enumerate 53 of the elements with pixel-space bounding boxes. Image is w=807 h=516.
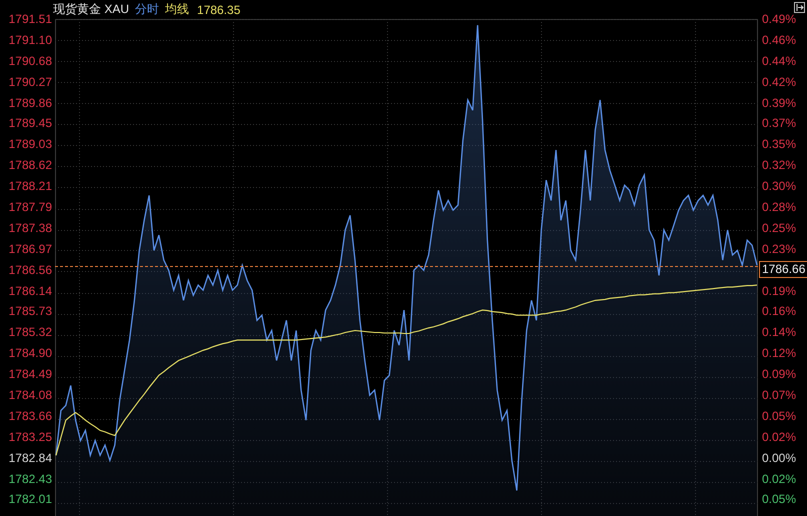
percent-tick-label: 0.14%	[761, 325, 798, 340]
percent-tick-label: 0.42%	[761, 74, 798, 89]
price-tick-label: 1783.66	[8, 408, 53, 423]
price-tick-label: 1785.32	[8, 325, 53, 340]
percent-tick-label: 0.19%	[761, 284, 798, 298]
price-tick-label: 1786.97	[8, 242, 53, 256]
percent-tick-label: 0.12%	[761, 346, 798, 360]
average-line-legend: 均线	[165, 1, 190, 18]
price-tick-label: 1782.01	[8, 492, 53, 506]
price-tick-label: 1784.49	[8, 367, 53, 382]
price-tick-label: 1782.84	[8, 450, 53, 465]
percent-tick-label: 0.02%	[761, 430, 798, 444]
price-tag: 1786.66	[759, 261, 807, 278]
average-value: 1786.35	[197, 2, 240, 16]
price-tick-label: 1789.86	[8, 96, 53, 110]
price-line-legend: 分时	[135, 1, 160, 18]
percent-tick-label: 0.28%	[761, 200, 798, 214]
percent-tick-label: 0.35%	[761, 137, 798, 152]
percent-tick-label: 0.23%	[761, 242, 798, 256]
price-tick-label: 1790.68	[8, 54, 53, 68]
price-tick-label: 1791.51	[8, 12, 53, 26]
percent-tick-label: 0.16%	[761, 304, 798, 318]
percent-tick-label: 0.32%	[761, 158, 798, 172]
percent-tick-label: 0.05%	[761, 408, 798, 423]
percent-tick-label: 0.37%	[761, 116, 798, 130]
percent-tick-label: 0.02%	[761, 472, 798, 486]
percent-tick-label: 0.49%	[761, 12, 798, 26]
price-tick-label: 1786.56	[8, 262, 53, 277]
price-tick-label: 1789.03	[8, 137, 53, 152]
price-tick-label: 1787.79	[8, 200, 53, 214]
percent-tick-label: 0.07%	[761, 388, 798, 402]
price-tick-label: 1782.43	[8, 472, 53, 486]
percent-tick-label: 0.05%	[761, 492, 798, 506]
percent-tick-label: 0.44%	[761, 54, 798, 68]
price-tick-label: 1783.25	[8, 430, 53, 444]
price-tick-label: 1790.27	[8, 74, 53, 89]
price-tick-label: 1789.45	[8, 116, 53, 130]
percent-tick-label: 0.46%	[761, 32, 798, 47]
percent-tick-label: 0.00%	[761, 450, 798, 465]
instrument-title: 现货黄金 XAU	[53, 1, 130, 18]
price-tick-label: 1785.73	[8, 304, 53, 318]
price-tick-label: 1784.90	[8, 346, 53, 360]
percent-tick-label: 0.09%	[761, 367, 798, 382]
bar-arrow-icon[interactable]	[794, 2, 805, 13]
price-tick-label: 1788.62	[8, 158, 53, 172]
percent-tick-label: 0.39%	[761, 96, 798, 110]
price-tick-label: 1788.21	[8, 179, 53, 194]
price-tick-label: 1787.38	[8, 220, 53, 235]
price-tick-label: 1791.10	[8, 32, 53, 47]
price-tick-label: 1784.08	[8, 388, 53, 402]
price-tick-label: 1786.14	[8, 284, 53, 298]
percent-tick-label: 0.25%	[761, 220, 798, 235]
percent-tick-label: 0.30%	[761, 179, 798, 194]
